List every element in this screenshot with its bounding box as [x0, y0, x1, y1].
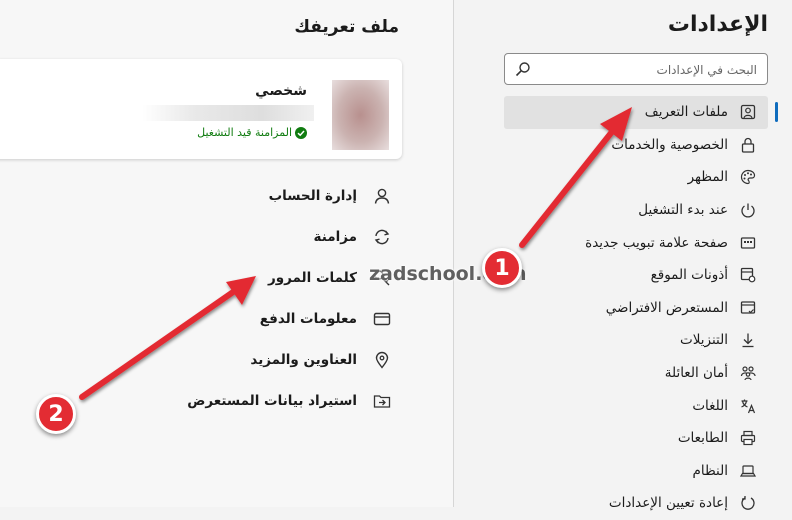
arrow-1: [519, 107, 632, 248]
step-badge-1: 1: [482, 248, 522, 288]
annotation-arrows: [79, 107, 632, 400]
arrow-2: [79, 276, 256, 400]
step-badge-2: 2: [36, 394, 76, 434]
